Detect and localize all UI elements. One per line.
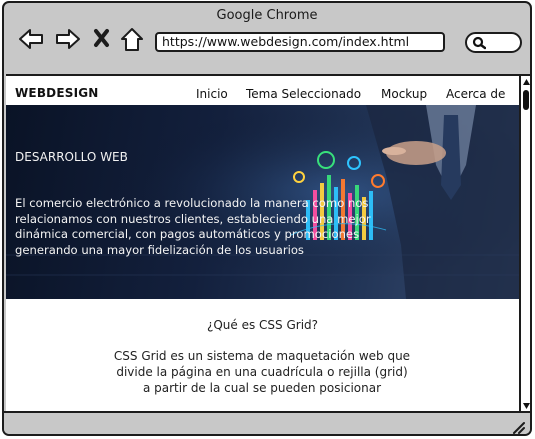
vertical-scrollbar[interactable] [519,74,531,413]
hero-kicker: DESARROLLO WEB [15,150,128,164]
scroll-thumb[interactable] [523,90,529,110]
back-button[interactable] [17,25,45,53]
title-bar: Google Chrome https://www.webdesign.com/… [4,3,530,73]
arrow-left-icon [19,29,43,49]
close-icon [94,29,109,47]
home-icon [121,28,143,51]
site-logo[interactable]: WEBDESIGN [15,86,99,100]
nav-link-acerca-de[interactable]: Acerca de [446,87,505,101]
article-paragraph: CSS Grid es un sistema de maquetación we… [113,349,411,395]
home-button[interactable] [119,25,147,53]
site-navbar: WEBDESIGN Inicio Tema Seleccionado Mocku… [6,76,519,105]
article-heading: ¿Qué es CSS Grid? [206,318,319,332]
scroll-up-icon[interactable] [522,78,531,86]
article-section: ¿Qué es CSS Grid? CSS Grid es un sistema… [6,299,519,413]
window-title: Google Chrome [216,8,318,23]
search-icon [472,36,486,50]
arrow-right-icon [56,29,80,49]
address-bar[interactable]: https://www.webdesign.com/index.html [155,32,445,52]
nav-link-tema-seleccionado[interactable]: Tema Seleccionado [246,87,361,101]
search-button[interactable] [465,32,522,53]
scroll-down-icon[interactable] [522,402,531,410]
stop-button[interactable] [91,25,119,53]
hero-banner: DESARROLLO WEB El comercio electrónico a… [6,105,519,299]
forward-button[interactable] [54,25,82,53]
resize-grip-icon[interactable] [512,421,526,435]
page-viewport: WEBDESIGN Inicio Tema Seleccionado Mocku… [6,74,519,413]
status-bar [4,411,530,435]
nav-link-inicio[interactable]: Inicio [196,87,228,101]
hero-description: El comercio electrónico a revolucionado … [15,196,371,257]
browser-window: Google Chrome https://www.webdesign.com/… [2,1,532,436]
nav-link-mockup[interactable]: Mockup [381,87,427,101]
